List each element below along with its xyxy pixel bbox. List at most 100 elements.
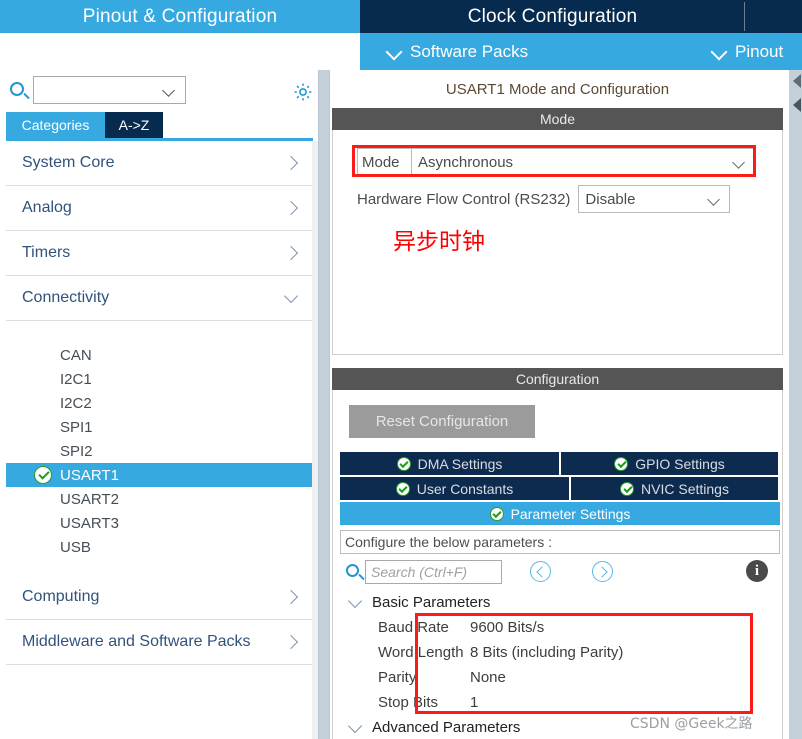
mode-row: Mode Asynchronous — [357, 148, 755, 176]
collapse-left-arrow-icon[interactable] — [793, 74, 801, 88]
hardware-flow-control-label: Hardware Flow Control (RS232) — [357, 190, 571, 208]
tab-pinout-configuration[interactable]: Pinout & Configuration — [0, 0, 360, 33]
param-row-parity[interactable]: Parity None — [340, 665, 780, 690]
category-search-row — [0, 70, 318, 112]
sub-toolbar: Software Packs Pinout — [360, 33, 802, 70]
mode-section-body: Mode Asynchronous Hardware Flow Control … — [332, 130, 783, 355]
chevron-right-icon — [284, 245, 300, 261]
chevron-down-icon — [712, 44, 727, 59]
param-row-stop-bits[interactable]: Stop Bits 1 — [340, 690, 780, 715]
chevron-down-icon — [387, 44, 402, 59]
configure-hint: Configure the below parameters : — [340, 530, 780, 554]
sidebar-group-connectivity[interactable]: Connectivity — [6, 276, 312, 321]
param-key: Baud Rate — [378, 619, 449, 636]
sidebar-item-usb[interactable]: USB — [6, 535, 312, 559]
page-title-label: USART1 Mode and Configuration — [445, 80, 670, 98]
param-value: None — [470, 669, 506, 686]
tab-dma-settings[interactable]: DMA Settings — [340, 452, 559, 475]
categories-panel: Categories A->Z System Core Analog Timer… — [0, 70, 318, 739]
tab-clock-configuration[interactable]: Clock Configuration — [360, 0, 745, 33]
chevron-down-icon — [284, 290, 300, 306]
tab-gpio-settings-label: GPIO Settings — [635, 455, 725, 472]
sidebar-item-label: SPI2 — [60, 442, 93, 460]
sidebar-item-label: USB — [60, 538, 91, 556]
search-next-button[interactable] — [592, 561, 613, 582]
configuration-section-body: Reset Configuration DMA Settings GPIO Se… — [332, 390, 783, 739]
sidebar-group-timers[interactable]: Timers — [6, 231, 312, 276]
mode-section-header: Mode — [332, 108, 783, 130]
category-tab-row: Categories A->Z — [0, 112, 318, 138]
peripheral-tree: System Core Analog Timers Connectivity C… — [6, 141, 313, 739]
sidebar-group-computing-label: Computing — [22, 588, 100, 605]
tab-nvic-settings[interactable]: NVIC Settings — [569, 477, 778, 500]
panel-splitter[interactable] — [318, 70, 330, 739]
tree-sort-control[interactable] — [6, 321, 312, 343]
parameter-search-row: Search (Ctrl+F) i — [340, 558, 780, 586]
parameter-search-input[interactable]: Search (Ctrl+F) — [365, 560, 502, 584]
search-icon — [10, 82, 24, 96]
subbar-left-blank — [0, 33, 360, 70]
right-edge-track[interactable] — [789, 70, 802, 739]
sidebar-item-label: USART1 — [60, 466, 119, 484]
hardware-flow-control-select[interactable]: Disable — [578, 185, 731, 213]
param-row-baud-rate[interactable]: Baud Rate 9600 Bits/s — [340, 615, 780, 640]
mode-select-value: Asynchronous — [418, 153, 514, 171]
check-circle-icon — [34, 466, 52, 484]
param-key: Parity — [378, 669, 417, 686]
sidebar-item-usart1[interactable]: USART1 — [6, 463, 312, 487]
sidebar-group-middleware[interactable]: Middleware and Software Packs — [6, 620, 312, 665]
tab-parameter-settings-label: Parameter Settings — [510, 505, 631, 522]
sidebar-item-spi2[interactable]: SPI2 — [6, 439, 312, 463]
hardware-flow-control-row: Hardware Flow Control (RS232) Disable — [357, 185, 755, 213]
configuration-panel: USART1 Mode and Configuration Mode Mode … — [330, 70, 785, 739]
sidebar-group-computing[interactable]: Computing — [6, 575, 312, 620]
mode-section-header-label: Mode — [539, 111, 576, 127]
param-group-basic-parameters-label: Basic Parameters — [372, 594, 491, 611]
sidebar-item-usart3[interactable]: USART3 — [6, 511, 312, 535]
search-previous-button[interactable] — [530, 561, 551, 582]
tab-parameter-settings[interactable]: Parameter Settings — [340, 502, 780, 525]
software-packs-menu[interactable]: Software Packs — [387, 33, 528, 70]
tab-a-to-z[interactable]: A->Z — [105, 112, 163, 138]
sidebar-item-can[interactable]: CAN — [6, 343, 312, 367]
info-icon[interactable]: i — [746, 560, 768, 582]
mode-select[interactable]: Asynchronous — [411, 148, 755, 176]
tab-separator — [744, 2, 745, 31]
param-value: 9600 Bits/s — [470, 619, 545, 636]
search-combobox[interactable] — [33, 76, 186, 104]
sidebar-group-analog[interactable]: Analog — [6, 186, 312, 231]
gear-icon[interactable] — [293, 82, 313, 102]
panel-splitter-handle[interactable] — [319, 70, 329, 739]
sidebar-group-analog-label: Analog — [22, 199, 72, 216]
search-icon — [346, 564, 359, 577]
page-title: USART1 Mode and Configuration — [330, 70, 785, 108]
chevron-right-icon — [284, 589, 300, 605]
sidebar-item-i2c1[interactable]: I2C1 — [6, 367, 312, 391]
tab-pinout-configuration-label: Pinout & Configuration — [82, 5, 278, 27]
sidebar-item-usart2[interactable]: USART2 — [6, 487, 312, 511]
configuration-subtabs: DMA Settings GPIO Settings User Constant… — [340, 452, 780, 527]
param-value: 8 Bits (including Parity) — [470, 644, 624, 661]
pinout-menu[interactable]: Pinout — [712, 33, 783, 70]
param-group-advanced-parameters-label: Advanced Parameters — [372, 719, 521, 736]
software-packs-label: Software Packs — [410, 41, 529, 61]
reset-configuration-button[interactable]: Reset Configuration — [349, 405, 535, 438]
sidebar-group-middleware-label: Middleware and Software Packs — [22, 633, 251, 650]
tab-user-constants[interactable]: User Constants — [340, 477, 569, 500]
param-group-basic-parameters[interactable]: Basic Parameters — [340, 590, 780, 615]
chevron-right-icon — [284, 634, 300, 650]
sidebar-item-i2c2[interactable]: I2C2 — [6, 391, 312, 415]
param-row-word-length[interactable]: Word Length 8 Bits (including Parity) — [340, 640, 780, 665]
tab-categories[interactable]: Categories — [6, 112, 105, 138]
tab-overflow-stub[interactable] — [745, 0, 802, 33]
expand-left-arrow-icon[interactable] — [793, 98, 801, 112]
sidebar-item-spi1[interactable]: SPI1 — [6, 415, 312, 439]
main-tab-bar: Pinout & Configuration Clock Configurati… — [0, 0, 802, 33]
sidebar-item-label: I2C2 — [60, 394, 92, 412]
sidebar-item-label: USART2 — [60, 490, 119, 508]
param-key: Data Direction — [340, 736, 470, 739]
tab-gpio-settings[interactable]: GPIO Settings — [559, 452, 778, 475]
sidebar-group-system-core-label: System Core — [22, 154, 115, 171]
sidebar-group-system-core[interactable]: System Core — [6, 141, 312, 186]
